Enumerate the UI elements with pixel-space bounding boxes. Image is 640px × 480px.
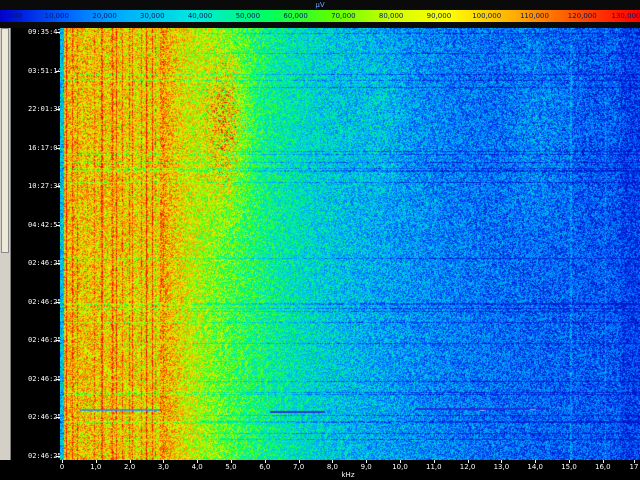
frequency-label: 7,0 <box>293 463 305 471</box>
legend-tick-label: 10,000 <box>44 12 70 20</box>
legend-tick-label: 20,000 <box>92 12 117 20</box>
legend-tick-label: 120,000 <box>567 12 597 20</box>
frequency-label: 2,0 <box>124 463 136 471</box>
frequency-label: 6,0 <box>259 463 271 471</box>
legend-tick-label: 0,000 <box>1 12 23 20</box>
frequency-unit-label: kHz <box>341 471 355 479</box>
frequency-label: 0 <box>59 463 65 471</box>
frequency-label: 9,0 <box>360 463 372 471</box>
scrollbar-thumb[interactable] <box>1 28 9 253</box>
frequency-label: 15,0 <box>561 463 577 471</box>
frequency-label: 11,0 <box>426 463 442 471</box>
frequency-label: 5,0 <box>225 463 237 471</box>
legend-unit-label: µV <box>315 1 325 9</box>
frequency-label: 13,0 <box>493 463 510 471</box>
frequency-label: 1,0 <box>90 463 102 471</box>
frequency-label: 16,0 <box>595 463 611 471</box>
spectrogram-waterfall[interactable] <box>60 28 640 460</box>
frequency-label: 17 <box>629 463 639 471</box>
legend-tick-label: 130,000 <box>611 12 640 20</box>
legend-tick-label: 40,000 <box>187 12 213 20</box>
time-axis: 09:35:47 03:51:14 22:01:38 16:17:07 10:27:30… <box>0 28 62 460</box>
legend-tick-label: 110,000 <box>519 12 549 20</box>
vertical-scrollbar[interactable] <box>0 28 11 460</box>
legend-tick-label: 80,000 <box>378 12 404 20</box>
color-scale-legend: µV 0,000 10,000 20,000 30,000 40,000 50,000 60… <box>0 0 640 28</box>
frequency-label: 12,0 <box>459 463 476 471</box>
legend-tick-label: 60,000 <box>283 12 308 20</box>
frequency-label: 3,0 <box>157 463 169 471</box>
frequency-label: 10,0 <box>392 463 408 471</box>
legend-tick-label: 70,000 <box>331 12 356 20</box>
legend-tick-label: 30,000 <box>140 12 165 20</box>
legend-tick-label: 100,000 <box>472 12 502 20</box>
frequency-label: 14,0 <box>527 463 543 471</box>
frequency-axis: 0 1,0 2,0 3,0 4,0 5,0 6,0 7,0 8,0 9,0 10,0 11,0 12,0… <box>0 460 640 480</box>
legend-tick-label: 90,000 <box>426 12 452 20</box>
frequency-label: 4,0 <box>191 463 203 471</box>
legend-tick-label: 50,000 <box>235 12 261 20</box>
frequency-label: 8,0 <box>326 463 338 471</box>
